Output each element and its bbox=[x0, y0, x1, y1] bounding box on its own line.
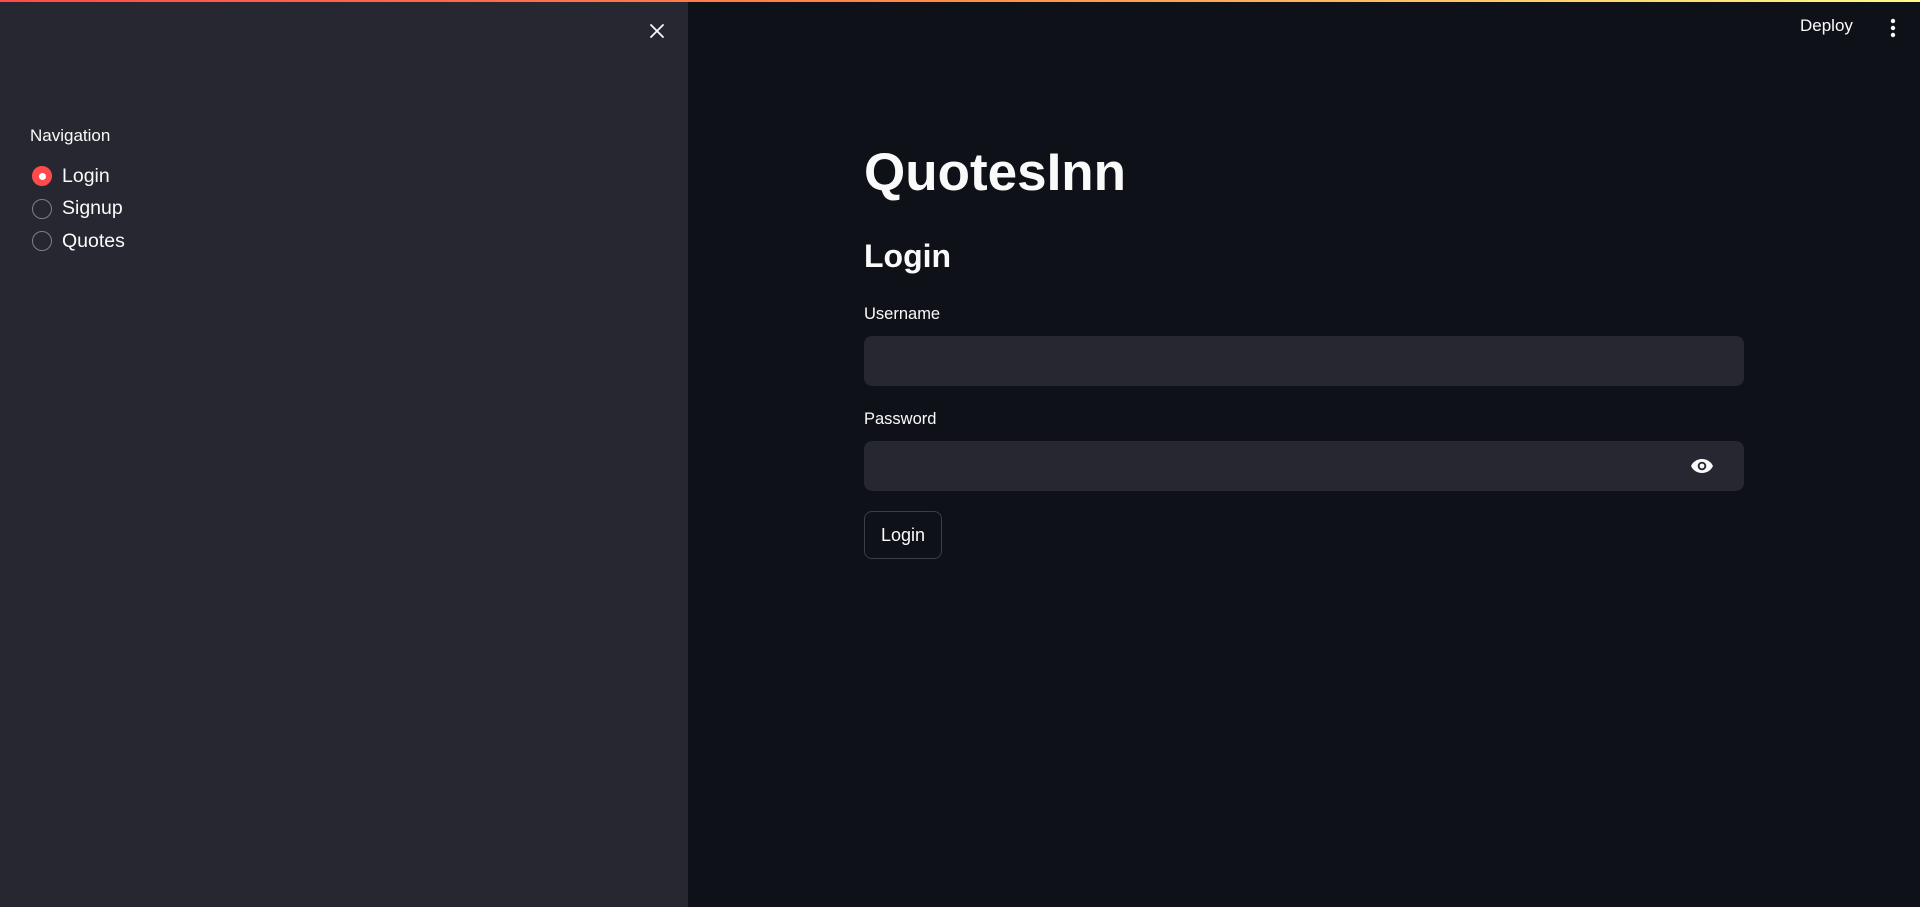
section-title: Login bbox=[864, 238, 952, 274]
sidebar: Navigation Login Signup Quotes bbox=[0, 0, 688, 907]
radio-button-signup[interactable] bbox=[32, 198, 52, 219]
password-label: Password bbox=[864, 410, 937, 428]
navigation-radio-group: Login Signup Quotes bbox=[32, 160, 125, 258]
nav-option-label: Login bbox=[62, 164, 110, 187]
nav-option-label: Quotes bbox=[62, 229, 125, 252]
show-password-button[interactable] bbox=[1686, 450, 1718, 482]
radio-button-quotes[interactable] bbox=[32, 231, 52, 252]
more-vertical-icon bbox=[1890, 18, 1896, 38]
top-decoration-bar bbox=[0, 0, 1920, 2]
nav-option-signup[interactable]: Signup bbox=[32, 193, 125, 226]
deploy-button[interactable]: Deploy bbox=[1800, 16, 1853, 36]
close-icon bbox=[650, 24, 664, 38]
nav-option-login[interactable]: Login bbox=[32, 160, 125, 193]
main-menu-button[interactable] bbox=[1883, 17, 1903, 39]
username-label: Username bbox=[864, 305, 941, 323]
navigation-label: Navigation bbox=[30, 126, 111, 145]
nav-option-label: Signup bbox=[62, 197, 123, 220]
password-input[interactable] bbox=[864, 441, 1744, 491]
login-button[interactable]: Login bbox=[864, 511, 942, 559]
username-input[interactable] bbox=[864, 336, 1744, 386]
radio-button-login[interactable] bbox=[32, 166, 52, 187]
close-sidebar-button[interactable] bbox=[644, 18, 670, 44]
nav-option-quotes[interactable]: Quotes bbox=[32, 225, 125, 258]
eye-icon bbox=[1691, 459, 1713, 473]
app-title: QuotesInn bbox=[864, 143, 1127, 202]
